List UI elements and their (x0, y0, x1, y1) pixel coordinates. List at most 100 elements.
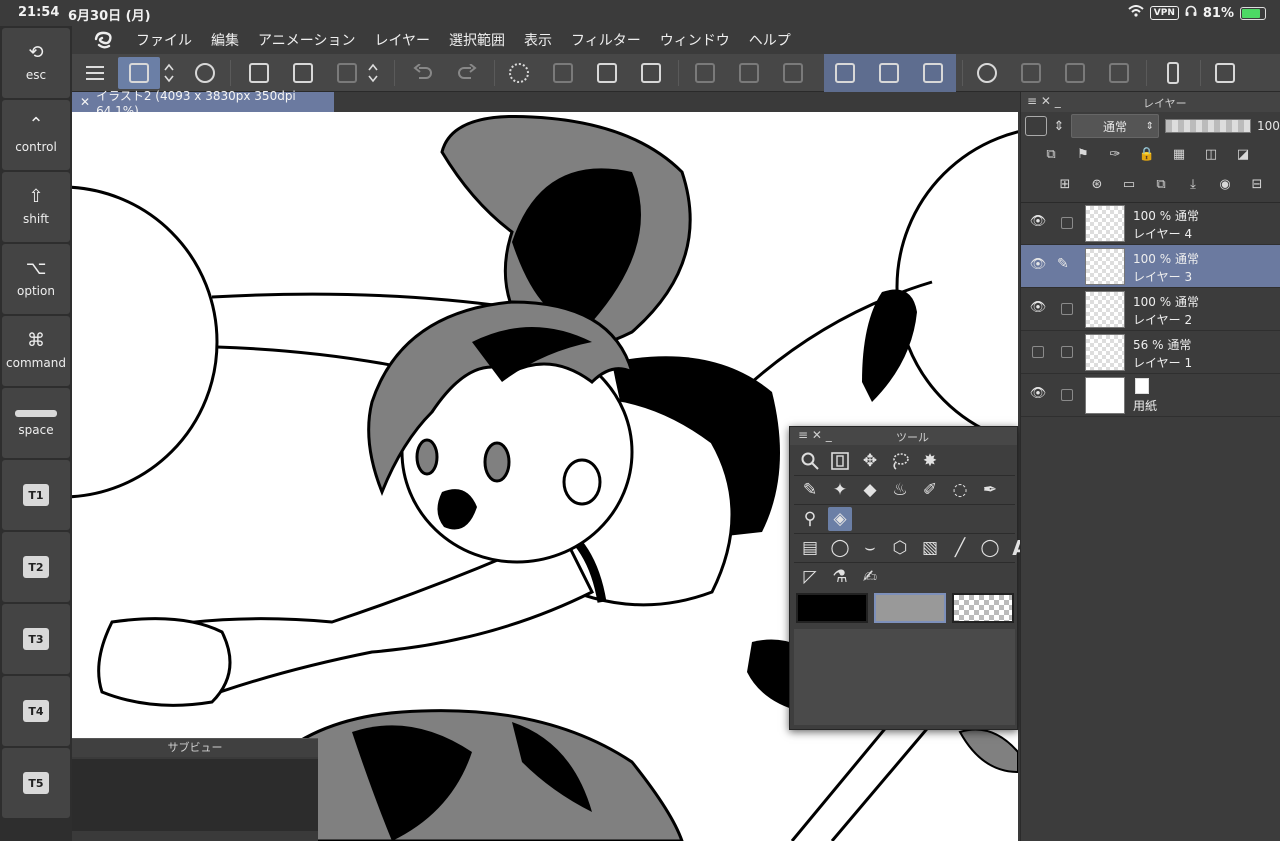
lock-transparency-icon[interactable]: ▦ (1169, 144, 1189, 164)
ellipse-icon[interactable]: ◯ (828, 536, 852, 560)
invert-selection-icon[interactable] (732, 57, 766, 89)
menu-selection[interactable]: 選択範囲 (449, 30, 505, 50)
mode-switch-arrows-icon[interactable] (160, 57, 178, 89)
layer-panel-header[interactable]: ≡ ✕ _ レイヤー (1021, 92, 1280, 112)
menu-view[interactable]: 表示 (524, 30, 552, 50)
transparent-color-swatch[interactable] (952, 593, 1014, 623)
menu-layer[interactable]: レイヤー (374, 30, 430, 50)
merge-down-icon[interactable]: ⤓ (1183, 174, 1203, 194)
magic-wand-icon[interactable]: ✸ (918, 449, 942, 473)
decoration-icon[interactable]: ✐ (918, 478, 942, 502)
brush-icon[interactable]: ✍ (858, 565, 882, 589)
sub-color-swatch[interactable] (874, 593, 946, 623)
opacity-slider[interactable] (1165, 119, 1251, 133)
fill-bucket-icon[interactable] (590, 57, 624, 89)
undo-icon[interactable] (406, 57, 440, 89)
new-folder-icon[interactable]: ▭ (1119, 174, 1139, 194)
layer-row[interactable]: 👁 100 % 通常 レイヤー 4 (1021, 202, 1280, 245)
rotate-dots-icon[interactable]: ◌ (948, 478, 972, 502)
t5-key[interactable]: T5 (2, 748, 70, 818)
new-file-icon[interactable] (242, 57, 276, 89)
layer-checkbox[interactable] (1061, 389, 1073, 401)
ruler-display-icon[interactable]: ◪ (1233, 144, 1253, 164)
eye-icon[interactable]: 👁 (1029, 386, 1047, 401)
balloon-icon[interactable]: ◯ (978, 536, 1002, 560)
eye-icon[interactable]: 👁 (1029, 257, 1047, 272)
t3-key[interactable]: T3 (2, 604, 70, 674)
layer-color-arrows-icon[interactable]: ⇕ (1053, 116, 1065, 136)
stabilizer-pen-icon[interactable] (828, 57, 862, 89)
layer-checkbox[interactable] (1061, 346, 1073, 358)
t4-key[interactable]: T4 (2, 676, 70, 746)
airbrush-sparkle-icon[interactable]: ✦ (828, 478, 852, 502)
move-icon[interactable]: ✥ (858, 449, 882, 473)
lasso-icon[interactable] (888, 449, 912, 473)
crop-icon[interactable] (634, 57, 668, 89)
clip-to-layer-icon[interactable]: ⧉ (1041, 144, 1061, 164)
stabilizer-brush-icon[interactable] (872, 57, 906, 89)
document-tab[interactable]: ✕ イラスト2 (4093 x 3830px 350dpi 64.1%) (72, 89, 334, 118)
t2-key[interactable]: T2 (2, 532, 70, 602)
fill-icon[interactable]: ◈ (828, 507, 852, 531)
hamburger-menu-icon[interactable] (78, 57, 112, 89)
duplicate-layer-icon[interactable]: ⧉ (1151, 174, 1171, 194)
correction-icon[interactable]: ⚗ (828, 565, 852, 589)
loading-spinner-icon[interactable] (502, 57, 536, 89)
control-key[interactable]: ⌃ control (2, 100, 70, 170)
layer-row-selected[interactable]: 👁 ✎ 100 % 通常 レイヤー 3 (1021, 245, 1280, 288)
clip-studio-icon[interactable] (188, 57, 222, 89)
layer-color-icon[interactable] (1025, 116, 1047, 136)
magnifier-icon[interactable] (798, 449, 822, 473)
mask-enable-icon[interactable]: ◫ (1201, 144, 1221, 164)
save-icon[interactable] (330, 57, 364, 89)
layer-row[interactable]: 56 % 通常 レイヤー 1 (1021, 331, 1280, 374)
layer-mask-icon[interactable]: ◉ (1215, 174, 1235, 194)
pen-icon[interactable]: ✎ (798, 478, 822, 502)
marker-icon[interactable]: ✒ (978, 478, 1002, 502)
command-key[interactable]: ⌘ command (2, 316, 70, 386)
option-key[interactable]: ⌥ option (2, 244, 70, 314)
snap-ruler-icon[interactable] (1014, 57, 1048, 89)
frame-icon[interactable]: ▤ (798, 536, 822, 560)
esc-key[interactable]: ⟲ esc (2, 28, 70, 98)
line-icon[interactable]: ╱ (948, 536, 972, 560)
eye-hidden-checkbox[interactable] (1032, 346, 1044, 358)
help-icon[interactable] (970, 57, 1004, 89)
space-key[interactable]: space (2, 388, 70, 458)
ruler-icon[interactable]: ◸ (798, 565, 822, 589)
eye-icon[interactable]: 👁 (1029, 214, 1047, 229)
t1-key[interactable]: T1 (2, 460, 70, 530)
stabilizer-ruler-icon[interactable] (916, 57, 950, 89)
redo-icon[interactable] (450, 57, 484, 89)
layer-row[interactable]: 👁 100 % 通常 レイヤー 2 (1021, 288, 1280, 331)
close-tab-icon[interactable]: ✕ (80, 95, 90, 109)
delete-layer-icon[interactable]: ⊟ (1247, 174, 1267, 194)
menu-edit[interactable]: 編集 (211, 30, 239, 50)
new-raster-layer-icon[interactable]: ⊞ (1055, 174, 1075, 194)
snap-special-ruler-icon[interactable] (1058, 57, 1092, 89)
blend-mode-select[interactable]: 通常 ⇕ (1071, 114, 1159, 138)
selection-border-icon[interactable] (776, 57, 810, 89)
eyedropper-icon[interactable]: ⚲ (798, 507, 822, 531)
open-folder-icon[interactable] (286, 57, 320, 89)
transform-icon[interactable] (546, 57, 580, 89)
menu-file[interactable]: ファイル (136, 30, 192, 50)
layer-checkbox[interactable] (1061, 217, 1073, 229)
menu-animation[interactable]: アニメーション (258, 30, 355, 50)
menu-window[interactable]: ウィンドウ (660, 30, 730, 50)
shift-key[interactable]: ⇧ shift (2, 172, 70, 242)
curve-icon[interactable]: ⌣ (858, 536, 882, 560)
paper-layer-row[interactable]: 👁 用紙 (1021, 374, 1280, 417)
eye-icon[interactable]: 👁 (1029, 300, 1047, 315)
object-icon[interactable] (828, 449, 852, 473)
save-arrows-icon[interactable] (364, 57, 382, 89)
draft-layer-icon[interactable]: ✑ (1105, 144, 1125, 164)
tool-panel-header[interactable]: ≡ ✕ _ ツール (790, 427, 1017, 445)
panel-controls-icon[interactable]: ≡ ✕ _ (1027, 94, 1061, 108)
fullscreen-icon[interactable] (1208, 57, 1242, 89)
edit-mode-icon[interactable] (118, 57, 160, 89)
subview-area[interactable] (72, 759, 318, 831)
panel-controls-icon[interactable]: ≡ ✕ _ (798, 428, 832, 442)
polygon-icon[interactable]: ⬡ (888, 536, 912, 560)
snap-grid-icon[interactable] (1102, 57, 1136, 89)
